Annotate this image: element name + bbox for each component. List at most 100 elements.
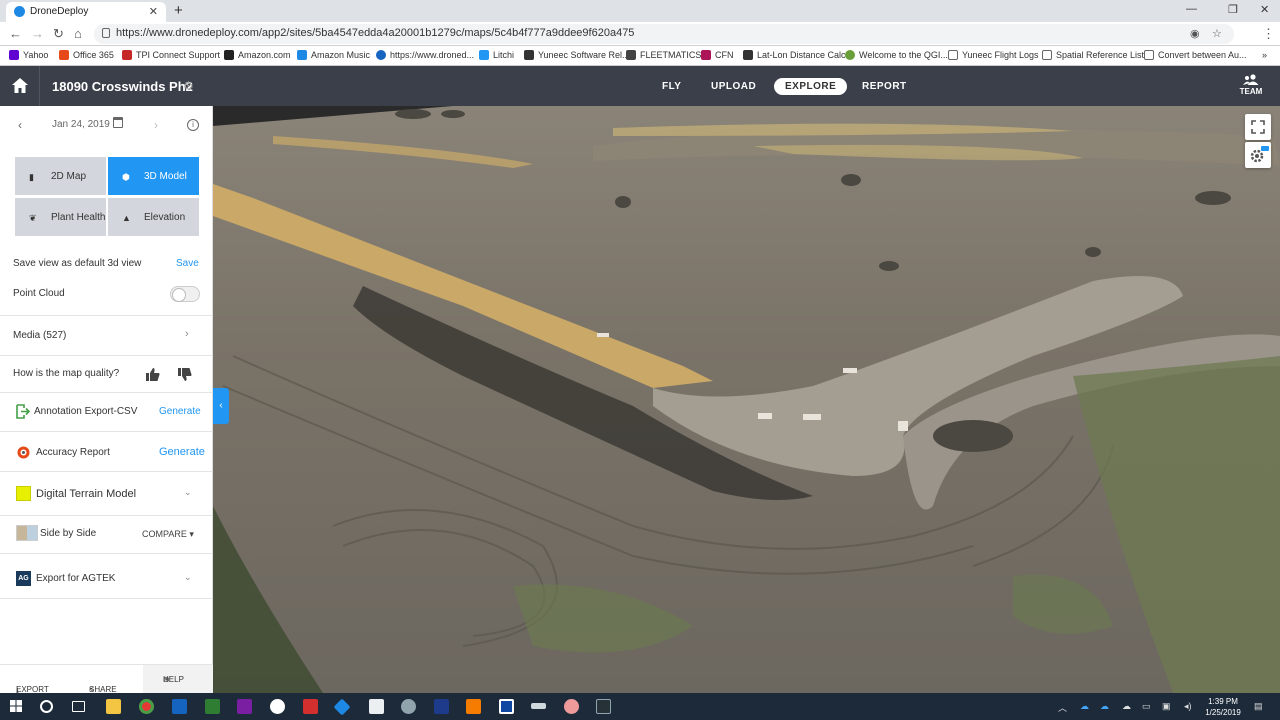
new-tab-icon[interactable]: + (174, 2, 183, 19)
onedrive-icon[interactable]: ☁ (1080, 701, 1089, 712)
notepad-icon[interactable] (369, 699, 384, 714)
bookmark-item[interactable]: Yuneec Software Rel... (524, 50, 630, 60)
gear-icon[interactable]: ⚙ (183, 79, 194, 93)
camera-app-icon[interactable] (499, 699, 514, 714)
accuracy-report-generate-button[interactable]: Generate (159, 446, 205, 458)
nav-explore[interactable]: EXPLORE (774, 78, 848, 95)
compare-dropdown[interactable]: COMPARE ▾ (142, 529, 194, 540)
bookmark-item[interactable]: Yuneec Flight Logs (948, 50, 1039, 60)
dtm-row[interactable]: Digital Terrain Model ⌄ (0, 486, 213, 502)
diamond-app-icon[interactable] (333, 698, 351, 716)
onedrive-business-icon[interactable]: ☁ (1100, 701, 1109, 712)
star-icon[interactable]: ☆ (1212, 27, 1222, 40)
view-plant-health-button[interactable]: ❦ Plant Health (15, 198, 106, 236)
bookmark-item[interactable]: Yahoo (9, 50, 48, 60)
minimize-icon[interactable]: — (1186, 3, 1197, 15)
bookmark-item[interactable]: Office 365 (59, 50, 114, 60)
reload-icon[interactable]: ↻ (53, 26, 64, 42)
more-bookmarks-icon[interactable]: » (1262, 50, 1267, 60)
close-tab-icon[interactable]: ✕ (149, 5, 158, 18)
view-3d-model-button[interactable]: ⬢ 3D Model (108, 157, 199, 195)
view-2d-map-button[interactable]: ▮ 2D Map (15, 157, 106, 195)
amazon-icon (224, 50, 234, 60)
team-button[interactable]: TEAM (1236, 74, 1266, 96)
previous-date-icon[interactable]: ‹ (18, 118, 22, 132)
3d-settings-button[interactable] (1245, 142, 1271, 168)
bookmark-item[interactable]: TPI Connect Support (122, 50, 220, 60)
point-cloud-toggle[interactable] (170, 286, 200, 302)
nav-report[interactable]: REPORT (862, 81, 907, 92)
view-elevation-button[interactable]: ▲ Elevation (108, 198, 199, 236)
save-view-button[interactable]: Save (176, 258, 199, 269)
bookmark-item[interactable]: Welcome to the QGI... (845, 50, 948, 60)
bookmark-item[interactable]: Amazon Music (297, 50, 370, 60)
tray-expand-icon[interactable]: ︿ (1058, 701, 1067, 714)
map-date[interactable]: Jan 24, 2019 (52, 119, 110, 130)
display-icon[interactable]: ▣ (1162, 701, 1171, 712)
outlook-icon[interactable] (172, 699, 187, 714)
help-button[interactable]: HELP ⊛ (143, 665, 213, 693)
file-explorer-icon[interactable] (106, 699, 121, 714)
app-icon[interactable] (303, 699, 318, 714)
onenote-icon[interactable] (237, 699, 252, 714)
chrome-icon[interactable] (139, 699, 154, 714)
site-name: 18090 Crosswinds Ph2 (52, 79, 193, 94)
maximize-icon[interactable]: ❐ (1228, 3, 1238, 16)
thumbs-up-icon[interactable] (146, 368, 160, 381)
task-view-icon[interactable] (72, 701, 85, 712)
next-date-icon[interactable]: › (154, 118, 158, 132)
volume-icon[interactable]: ◂) (1184, 701, 1192, 712)
media-app-icon[interactable] (564, 699, 579, 714)
nav-fly[interactable]: FLY (662, 81, 681, 92)
bookmark-item[interactable]: Litchi (479, 50, 514, 60)
menu-dots-icon[interactable]: ⋮ (1262, 26, 1275, 42)
bookmark-item[interactable]: Spatial Reference List (1042, 50, 1144, 60)
leaf-icon: ❦ (29, 213, 37, 223)
excel-icon[interactable] (205, 699, 220, 714)
bookmark-item[interactable]: CFN (701, 50, 734, 60)
forward-icon[interactable]: → (31, 26, 44, 41)
back-icon[interactable]: ← (9, 26, 22, 41)
location-icon[interactable]: ◉ (1190, 27, 1200, 40)
yuneec-app-icon[interactable] (466, 699, 481, 714)
home-button[interactable] (0, 66, 40, 106)
annotation-export-generate-button[interactable]: Generate (159, 406, 201, 417)
collapse-sidebar-button[interactable]: ‹ (213, 388, 229, 424)
media-row[interactable]: Media (527) › (0, 328, 213, 344)
info-icon[interactable]: i (187, 119, 199, 131)
edge-icon[interactable] (270, 699, 285, 714)
fullscreen-button[interactable] (1245, 114, 1271, 140)
3d-model-viewport[interactable] (213, 106, 1280, 693)
bookmark-item[interactable]: FLEETMATICS (626, 50, 701, 60)
url-bar[interactable]: https://www.dronedeploy.com/app2/sites/5… (94, 24, 1234, 44)
globe-app-icon[interactable] (401, 699, 416, 714)
doc-icon (948, 50, 958, 60)
chevron-left-icon: ‹ (219, 400, 223, 411)
bookmark-item[interactable]: Lat-Lon Distance Calc (743, 50, 846, 60)
bookmark-item[interactable]: https://www.droned... (376, 50, 474, 60)
terminal-icon[interactable] (596, 699, 611, 714)
bookmark-item[interactable]: Amazon.com (224, 50, 291, 60)
browser-tab[interactable]: DroneDeploy ✕ (6, 2, 166, 22)
network-icon[interactable]: ▭ (1142, 701, 1151, 712)
calendar-icon[interactable] (113, 117, 123, 128)
save-view-label: Save view as default 3d view (13, 258, 142, 269)
windows-start-icon[interactable] (10, 700, 22, 712)
terrain-3d-render (213, 106, 1280, 693)
system-clock[interactable]: 1:39 PM 1/25/2019 (1202, 696, 1244, 718)
nav-upload[interactable]: UPLOAD (711, 81, 756, 92)
agtek-row[interactable]: AG Export for AGTEK ⌄ (0, 571, 213, 587)
litchi-icon (479, 50, 489, 60)
drone-icon[interactable] (531, 703, 546, 709)
drone-app-icon[interactable] (434, 699, 449, 714)
window-close-icon[interactable]: ✕ (1260, 3, 1269, 16)
cloud-icon[interactable]: ☁ (1122, 701, 1131, 712)
notifications-icon[interactable]: ▤ (1254, 701, 1263, 712)
export-csv-icon (16, 404, 30, 419)
bookmark-item[interactable]: Convert between Au... (1144, 50, 1247, 60)
agtek-label: Export for AGTEK (36, 573, 116, 584)
search-icon[interactable] (40, 700, 53, 713)
thumbs-down-icon[interactable] (178, 368, 192, 381)
help-icon: ⊛ (163, 675, 170, 684)
home-browser-icon[interactable]: ⌂ (74, 26, 82, 41)
